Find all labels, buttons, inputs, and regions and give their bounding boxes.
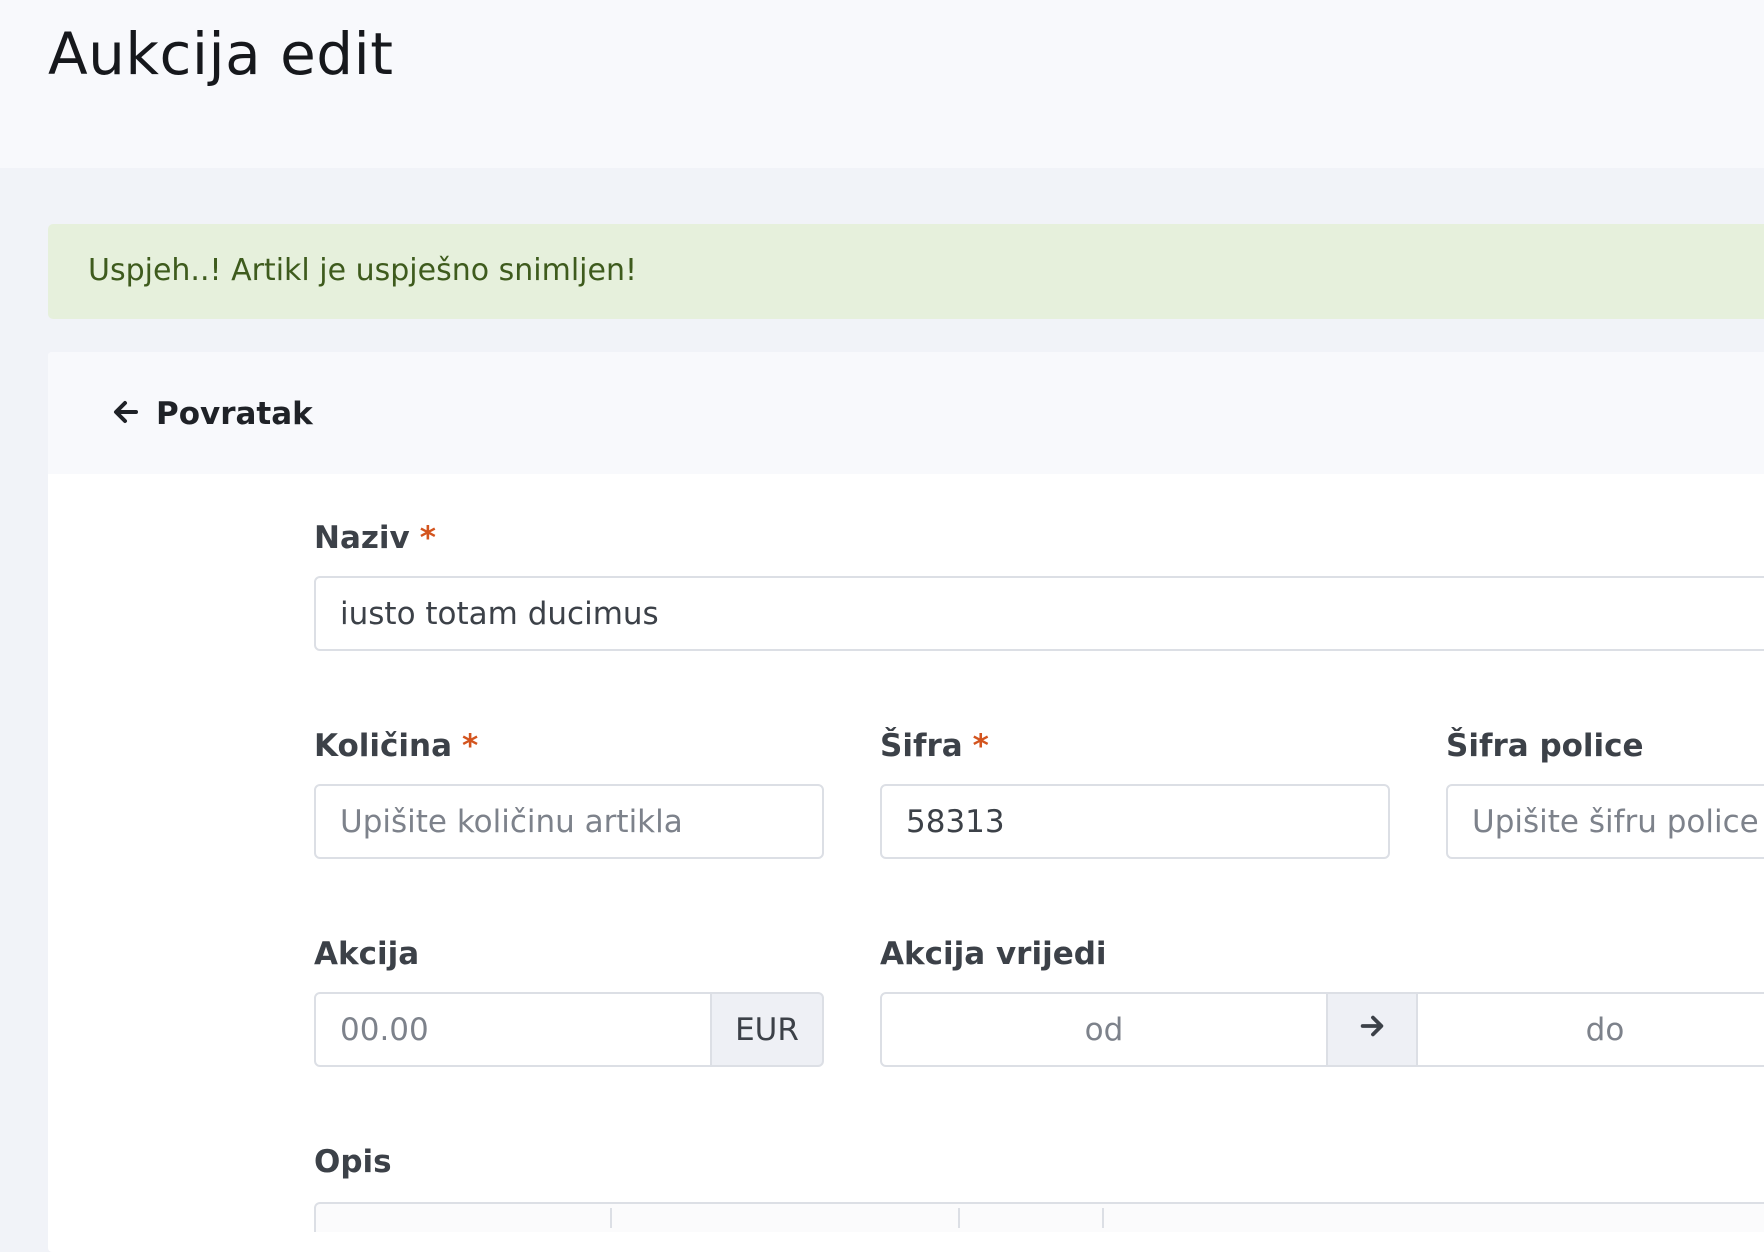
required-mark: * xyxy=(419,520,436,556)
akcija-label: Akcija xyxy=(314,936,419,972)
back-link[interactable]: Povratak xyxy=(110,394,313,434)
akcija-placeholder: 00.00 xyxy=(340,1011,429,1048)
naziv-label: Naziv * xyxy=(314,520,436,556)
currency-label: EUR xyxy=(735,1011,799,1048)
akcija-vrijedi-label: Akcija vrijedi xyxy=(880,936,1107,972)
opis-label: Opis xyxy=(314,1144,392,1180)
arrow-right-icon xyxy=(1357,1011,1387,1049)
alert-message: Uspjeh..! Artikl je uspješno snimljen! xyxy=(88,253,637,288)
back-label: Povratak xyxy=(156,396,313,432)
sifra-value: 58313 xyxy=(906,803,1005,840)
akcija-input[interactable]: 00.00 xyxy=(314,992,712,1067)
toolbar-separator xyxy=(610,1208,612,1228)
kolicina-input[interactable]: Upišite količinu artikla xyxy=(314,784,824,859)
page-title: Aukcija edit xyxy=(48,20,394,88)
naziv-label-text: Naziv xyxy=(314,520,410,556)
date-from-input[interactable]: od xyxy=(880,992,1328,1067)
page-header: Aukcija edit xyxy=(0,0,1764,168)
date-to-placeholder: do xyxy=(1585,1011,1625,1048)
date-range-separator xyxy=(1326,992,1418,1067)
card-header: Povratak xyxy=(48,352,1764,474)
arrow-left-icon xyxy=(110,396,142,432)
success-alert: Uspjeh..! Artikl je uspješno snimljen! xyxy=(48,224,1764,319)
currency-addon: EUR xyxy=(710,992,824,1067)
sifra-police-label: Šifra police xyxy=(1446,728,1644,764)
sifra-label-text: Šifra xyxy=(880,728,963,764)
kolicina-label-text: Količina xyxy=(314,728,453,764)
akcija-vrijedi-label-text: Akcija vrijedi xyxy=(880,936,1107,972)
required-mark: * xyxy=(972,728,989,764)
kolicina-label: Količina * xyxy=(314,728,478,764)
date-from-placeholder: od xyxy=(1084,1011,1124,1048)
sifra-input[interactable]: 58313 xyxy=(880,784,1390,859)
naziv-input[interactable]: iusto totam ducimus xyxy=(314,576,1764,651)
date-to-input[interactable]: do xyxy=(1416,992,1764,1067)
toolbar-separator xyxy=(958,1208,960,1228)
toolbar-separator xyxy=(1102,1208,1104,1228)
opis-editor-toolbar[interactable] xyxy=(314,1202,1764,1232)
sifra-police-input[interactable]: Upišite šifru police xyxy=(1446,784,1764,859)
sifra-police-placeholder: Upišite šifru police xyxy=(1472,803,1759,840)
opis-label-text: Opis xyxy=(314,1144,392,1180)
akcija-label-text: Akcija xyxy=(314,936,420,972)
sifra-police-label-text: Šifra police xyxy=(1446,728,1644,764)
sifra-label: Šifra * xyxy=(880,728,989,764)
required-mark: * xyxy=(462,728,479,764)
kolicina-placeholder: Upišite količinu artikla xyxy=(340,803,683,840)
naziv-value: iusto totam ducimus xyxy=(340,595,659,632)
